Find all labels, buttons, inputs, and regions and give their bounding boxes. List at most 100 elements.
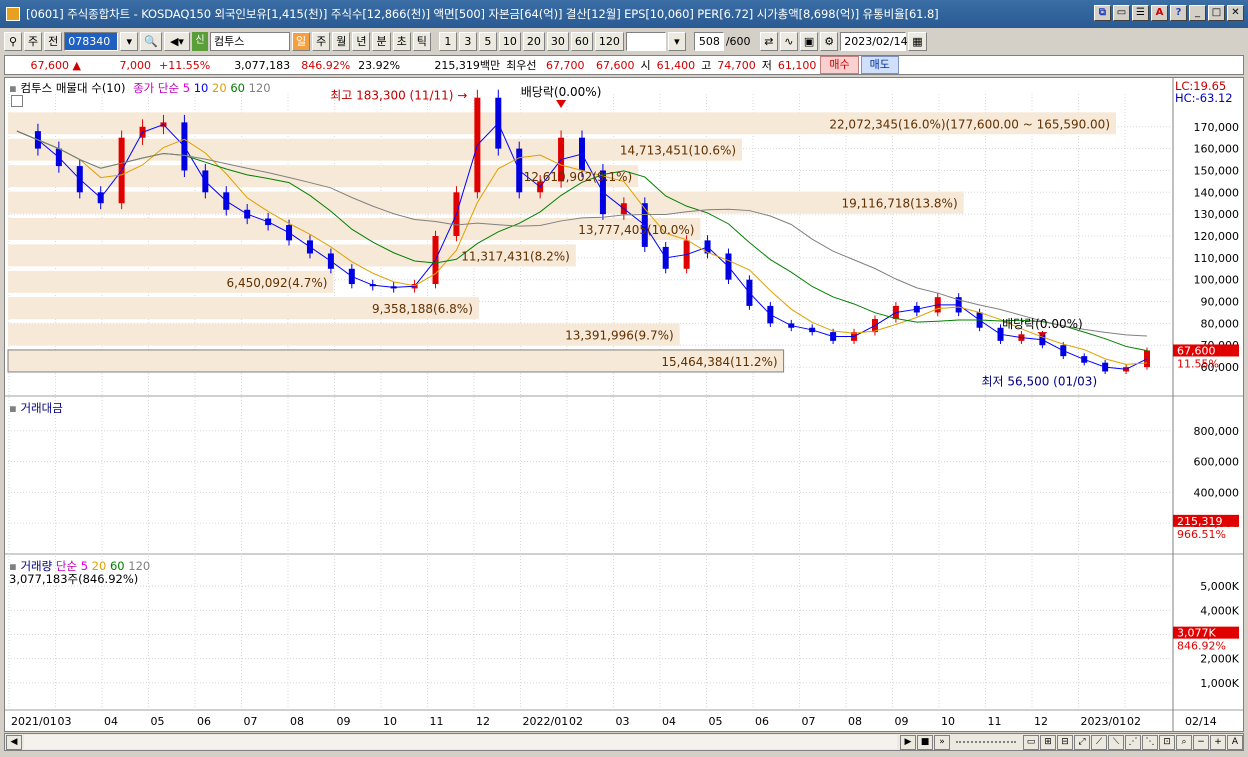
period-week[interactable]: 주 xyxy=(312,31,331,51)
x-axis-label: 05 xyxy=(151,715,165,728)
x-axis-label: 10 xyxy=(383,715,397,728)
price-change-pct: +11.55% xyxy=(159,58,211,72)
dividend-label: 배당락(0.00%) xyxy=(521,85,602,99)
period-month[interactable]: 월 xyxy=(332,31,351,51)
stop-icon[interactable]: ■ xyxy=(917,734,933,750)
tool-9-icon[interactable]: ⊡ xyxy=(1159,734,1175,750)
interval-20[interactable]: 20 xyxy=(522,31,545,51)
tool-8-icon[interactable]: ⋱ xyxy=(1142,734,1158,750)
indicator-icon[interactable]: ∿ xyxy=(779,31,798,51)
x-axis-label: 11 xyxy=(988,715,1002,728)
scroll-track[interactable] xyxy=(24,735,897,749)
alert-icon[interactable]: A xyxy=(1151,5,1168,21)
x-axis-label: 2022/01 xyxy=(523,715,569,728)
ma-120: 120 xyxy=(248,81,271,95)
restore-layout-icon[interactable]: ⧉ xyxy=(1094,5,1111,21)
speaker-icon[interactable]: ◀▾ xyxy=(163,31,190,51)
low-annotation: 최저 56,500 (01/03) xyxy=(981,374,1097,388)
search-icon[interactable]: 🔍 xyxy=(140,31,162,51)
interval-30[interactable]: 30 xyxy=(546,31,569,51)
chart-scrollbar[interactable]: ◀ ▶ ■ » ▭ ⊞ ⊟ ⤢ ⟋ ⟍ ⋰ ⋱ ⊡ ⌕ − + A xyxy=(4,733,1244,751)
ask-price: 67,700 xyxy=(546,58,585,72)
interval-60[interactable]: 60 xyxy=(570,31,593,51)
interval-120[interactable]: 120 xyxy=(594,31,624,51)
period-day[interactable]: 일 xyxy=(291,31,311,51)
minimize-layout-icon[interactable]: ▭ xyxy=(1113,5,1130,21)
price-panel-title: ▪ 컴투스 매물대 수(10) 종가 단순 5 10 20 60 120 xyxy=(9,80,271,96)
period-second[interactable]: 초 xyxy=(392,31,411,51)
interval-1[interactable]: 1 xyxy=(438,31,457,51)
window-controls: ⧉ ▭ ☰ A ? _ □ ✕ xyxy=(1094,5,1244,21)
sell-button[interactable]: 매도 xyxy=(860,56,899,74)
ma-60: 60 xyxy=(230,81,245,95)
auto-icon[interactable]: A xyxy=(1227,734,1243,750)
tool-3-icon[interactable]: ⊟ xyxy=(1057,734,1073,750)
tool-1-icon[interactable]: ▭ xyxy=(1023,734,1039,750)
trade-amount: 215,319백만 xyxy=(434,59,501,72)
close-button[interactable]: ✕ xyxy=(1227,5,1244,21)
volume-tick-label: 5,000K xyxy=(1200,580,1239,593)
zoom-out-icon[interactable]: − xyxy=(1193,734,1209,750)
date-input[interactable]: 2023/02/14 xyxy=(840,31,908,51)
fast-forward-icon[interactable]: » xyxy=(934,734,950,750)
interval-10[interactable]: 10 xyxy=(498,31,521,51)
volume-profile-label: 11,317,431(8.2%) xyxy=(461,249,570,263)
save-icon[interactable]: ▣ xyxy=(799,31,819,51)
x-axis-label: 05 xyxy=(709,715,723,728)
period-minute[interactable]: 분 xyxy=(372,31,391,51)
buy-button[interactable]: 매수 xyxy=(820,56,859,74)
tool-6-icon[interactable]: ⟍ xyxy=(1108,734,1124,750)
dropdown-icon[interactable]: ▾ xyxy=(120,31,139,51)
period-year[interactable]: 년 xyxy=(352,31,371,51)
x-axis-label: 2021/01 xyxy=(11,715,57,728)
chart-area[interactable]: 170,000 160,000 150,000 140,000 130,000 120,0… xyxy=(4,77,1244,732)
turnover-rate: 23.92% xyxy=(358,58,401,72)
volume-profile-label: 6,450,092(4.7%) xyxy=(227,276,328,290)
grid-icon[interactable] xyxy=(11,95,23,107)
dividend-marker-icon xyxy=(556,100,567,108)
tool-7-icon[interactable]: ⋰ xyxy=(1125,734,1141,750)
stock-code-input[interactable]: 078340 xyxy=(64,31,119,51)
zoom-search-icon[interactable]: ⌕ xyxy=(1176,734,1192,750)
stock-name-field[interactable]: 컴투스 xyxy=(209,31,290,51)
panel-handle-icon[interactable]: ▪ xyxy=(9,81,17,95)
interval-dropdown-icon[interactable]: ▾ xyxy=(667,31,686,51)
market-select[interactable]: 주 xyxy=(24,31,43,51)
calendar-icon[interactable]: ▦ xyxy=(908,31,927,51)
help-icon[interactable]: ? xyxy=(1170,5,1187,21)
interval-custom-input[interactable] xyxy=(625,31,666,51)
volume-tick-label: 2,000K xyxy=(1200,653,1239,666)
tool-2-icon[interactable]: ⊞ xyxy=(1040,734,1056,750)
open-label: 시 xyxy=(640,59,651,72)
x-axis-label: 07 xyxy=(244,715,258,728)
amount-panel-title: ▪ 거래대금 xyxy=(9,400,63,416)
play-icon[interactable]: ▶ xyxy=(900,734,916,750)
x-axis-label: 02 xyxy=(569,715,583,728)
price-tick-label: 120,000 xyxy=(1194,230,1240,243)
price-panel-label: 컴투스 매물대 수(10) xyxy=(20,81,126,95)
volume-tick-label: 1,000K xyxy=(1200,677,1239,690)
interval-5[interactable]: 5 xyxy=(478,31,497,51)
count-input[interactable]: 508 xyxy=(693,31,724,51)
settings-icon[interactable]: ⚙ xyxy=(820,31,839,51)
minimize-button[interactable]: _ xyxy=(1189,5,1206,21)
quote-bar: 67,600 ▲ 7,000 +11.55% 3,077,183 846.92%… xyxy=(4,55,1244,75)
tool-5-icon[interactable]: ⟋ xyxy=(1091,734,1107,750)
tool-4-icon[interactable]: ⤢ xyxy=(1074,734,1090,750)
priority-label: 최우선 xyxy=(506,59,537,72)
toolbar: ⚲ 주 전 078340 ▾ 🔍 ◀▾ 신 컴투스 일 주 월 년 분 초 틱 … xyxy=(4,30,1244,52)
interval-3[interactable]: 3 xyxy=(458,31,477,51)
scroll-left-icon[interactable]: ◀ xyxy=(6,734,22,750)
pin-icon[interactable]: ⚲ xyxy=(4,31,22,51)
current-pct-tag: 11.55% xyxy=(1177,357,1219,370)
period-tick[interactable]: 틱 xyxy=(412,31,431,51)
list-icon[interactable]: ☰ xyxy=(1132,5,1149,21)
panel-handle-icon[interactable]: ▪ xyxy=(9,401,17,415)
maximize-button[interactable]: □ xyxy=(1208,5,1225,21)
chart-canvas[interactable]: 170,000 160,000 150,000 140,000 130,000 120,0… xyxy=(5,78,1243,731)
compare-icon[interactable]: ⇄ xyxy=(759,31,778,51)
speed-slider[interactable] xyxy=(956,741,1016,743)
zoom-in-icon[interactable]: + xyxy=(1210,734,1226,750)
prev-button[interactable]: 전 xyxy=(44,31,63,51)
current-price-tag: 67,600 xyxy=(1177,344,1216,357)
